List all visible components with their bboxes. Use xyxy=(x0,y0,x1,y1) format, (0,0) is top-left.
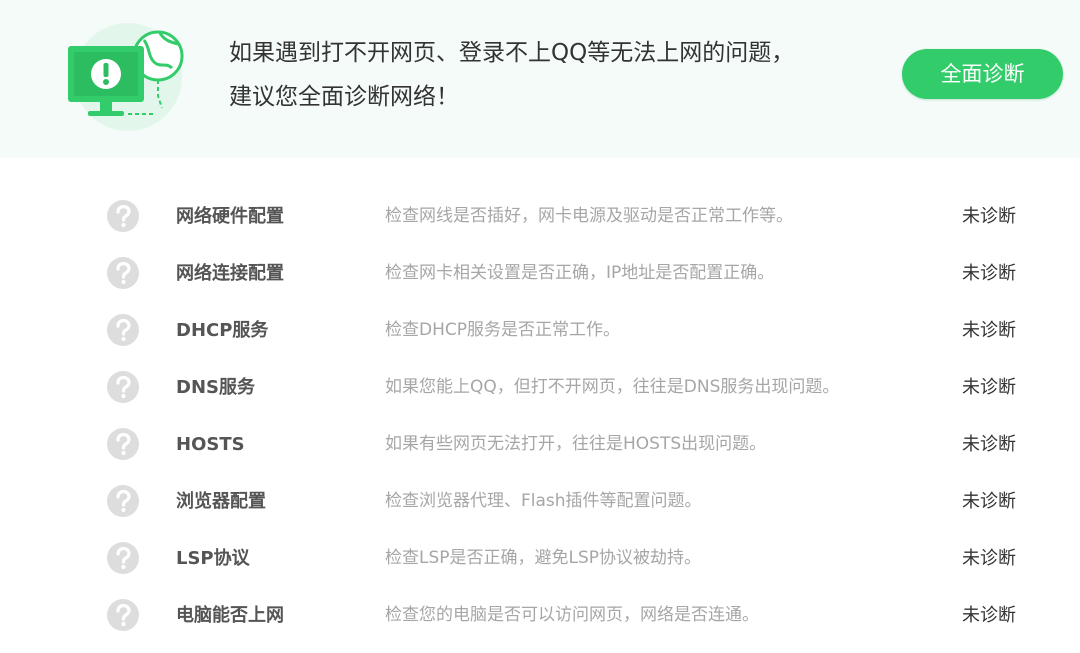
diagnosis-item-row: DNS服务 如果您能上QQ，但打不开网页，往往是DNS服务出现问题。 未诊断 xyxy=(0,359,1080,416)
diagnosis-item-name: 网络硬件配置 xyxy=(176,206,284,227)
diagnosis-item-status: 未诊断 xyxy=(962,605,1016,626)
diagnosis-item-name: 浏览器配置 xyxy=(176,491,266,512)
diagnosis-item-row: 电脑能否上网 检查您的电脑是否可以访问网页，网络是否连通。 未诊断 xyxy=(0,587,1080,644)
diagnosis-item-description: 如果您能上QQ，但打不开网页，往往是DNS服务出现问题。 xyxy=(385,377,840,397)
diagnosis-message: 如果遇到打不开网页、登录不上QQ等无法上网的问题， 建议您全面诊断网络！ xyxy=(229,31,869,119)
diagnosis-item-row: DHCP服务 检查DHCP服务是否正常工作。 未诊断 xyxy=(0,302,1080,359)
computer-warning-globe-icon xyxy=(62,18,194,136)
diagnosis-item-status: 未诊断 xyxy=(962,548,1016,569)
question-icon xyxy=(106,484,140,518)
message-line-1: 如果遇到打不开网页、登录不上QQ等无法上网的问题， xyxy=(229,40,795,66)
diagnosis-item-name: HOSTS xyxy=(176,434,245,455)
question-icon xyxy=(106,199,140,233)
question-icon xyxy=(106,427,140,461)
message-line-2: 建议您全面诊断网络！ xyxy=(229,84,459,110)
question-icon xyxy=(106,370,140,404)
diagnosis-item-name: LSP协议 xyxy=(176,548,250,569)
diagnosis-item-description: 检查LSP是否正确，避免LSP协议被劫持。 xyxy=(385,548,702,568)
diagnosis-item-description: 检查浏览器代理、Flash插件等配置问题。 xyxy=(385,491,702,511)
question-icon xyxy=(106,541,140,575)
diagnosis-item-description: 检查网线是否插好，网卡电源及驱动是否正常工作等。 xyxy=(385,206,793,226)
diagnosis-item-name: DNS服务 xyxy=(176,377,255,398)
diagnosis-item-status: 未诊断 xyxy=(962,320,1016,341)
full-diagnosis-button[interactable]: 全面诊断 xyxy=(902,49,1063,99)
question-icon xyxy=(106,313,140,347)
diagnosis-item-description: 检查您的电脑是否可以访问网页，网络是否连通。 xyxy=(385,605,759,625)
diagnosis-item-description: 检查网卡相关设置是否正确，IP地址是否配置正确。 xyxy=(385,263,775,283)
question-icon xyxy=(106,598,140,632)
diagnosis-item-status: 未诊断 xyxy=(962,491,1016,512)
diagnosis-item-status: 未诊断 xyxy=(962,434,1016,455)
diagnosis-item-row: 浏览器配置 检查浏览器代理、Flash插件等配置问题。 未诊断 xyxy=(0,473,1080,530)
diagnosis-item-status: 未诊断 xyxy=(962,206,1016,227)
question-icon xyxy=(106,256,140,290)
diagnosis-item-list: 网络硬件配置 检查网线是否插好，网卡电源及驱动是否正常工作等。 未诊断 网络连接配置检… xyxy=(0,188,1080,644)
diagnosis-item-name: 电脑能否上网 xyxy=(176,605,284,626)
diagnosis-item-status: 未诊断 xyxy=(962,263,1016,284)
diagnosis-item-row: HOSTS 如果有些网页无法打开，往往是HOSTS出现问题。 未诊断 xyxy=(0,416,1080,473)
diagnosis-item-name: DHCP服务 xyxy=(176,320,269,341)
diagnosis-item-row: 网络连接配置 检查网卡相关设置是否正确，IP地址是否配置正确。 未诊断 xyxy=(0,245,1080,302)
diagnosis-item-name: 网络连接配置 xyxy=(176,263,284,284)
diagnosis-item-status: 未诊断 xyxy=(962,377,1016,398)
diagnosis-header: 如果遇到打不开网页、登录不上QQ等无法上网的问题， 建议您全面诊断网络！ 全面诊… xyxy=(0,0,1080,158)
diagnosis-item-row: 网络硬件配置 检查网线是否插好，网卡电源及驱动是否正常工作等。 未诊断 xyxy=(0,188,1080,245)
diagnosis-item-row: LSP协议 检查LSP是否正确，避免LSP协议被劫持。 未诊断 xyxy=(0,530,1080,587)
diagnosis-item-description: 如果有些网页无法打开，往往是HOSTS出现问题。 xyxy=(385,434,767,454)
diagnosis-item-description: 检查DHCP服务是否正常工作。 xyxy=(385,320,620,340)
